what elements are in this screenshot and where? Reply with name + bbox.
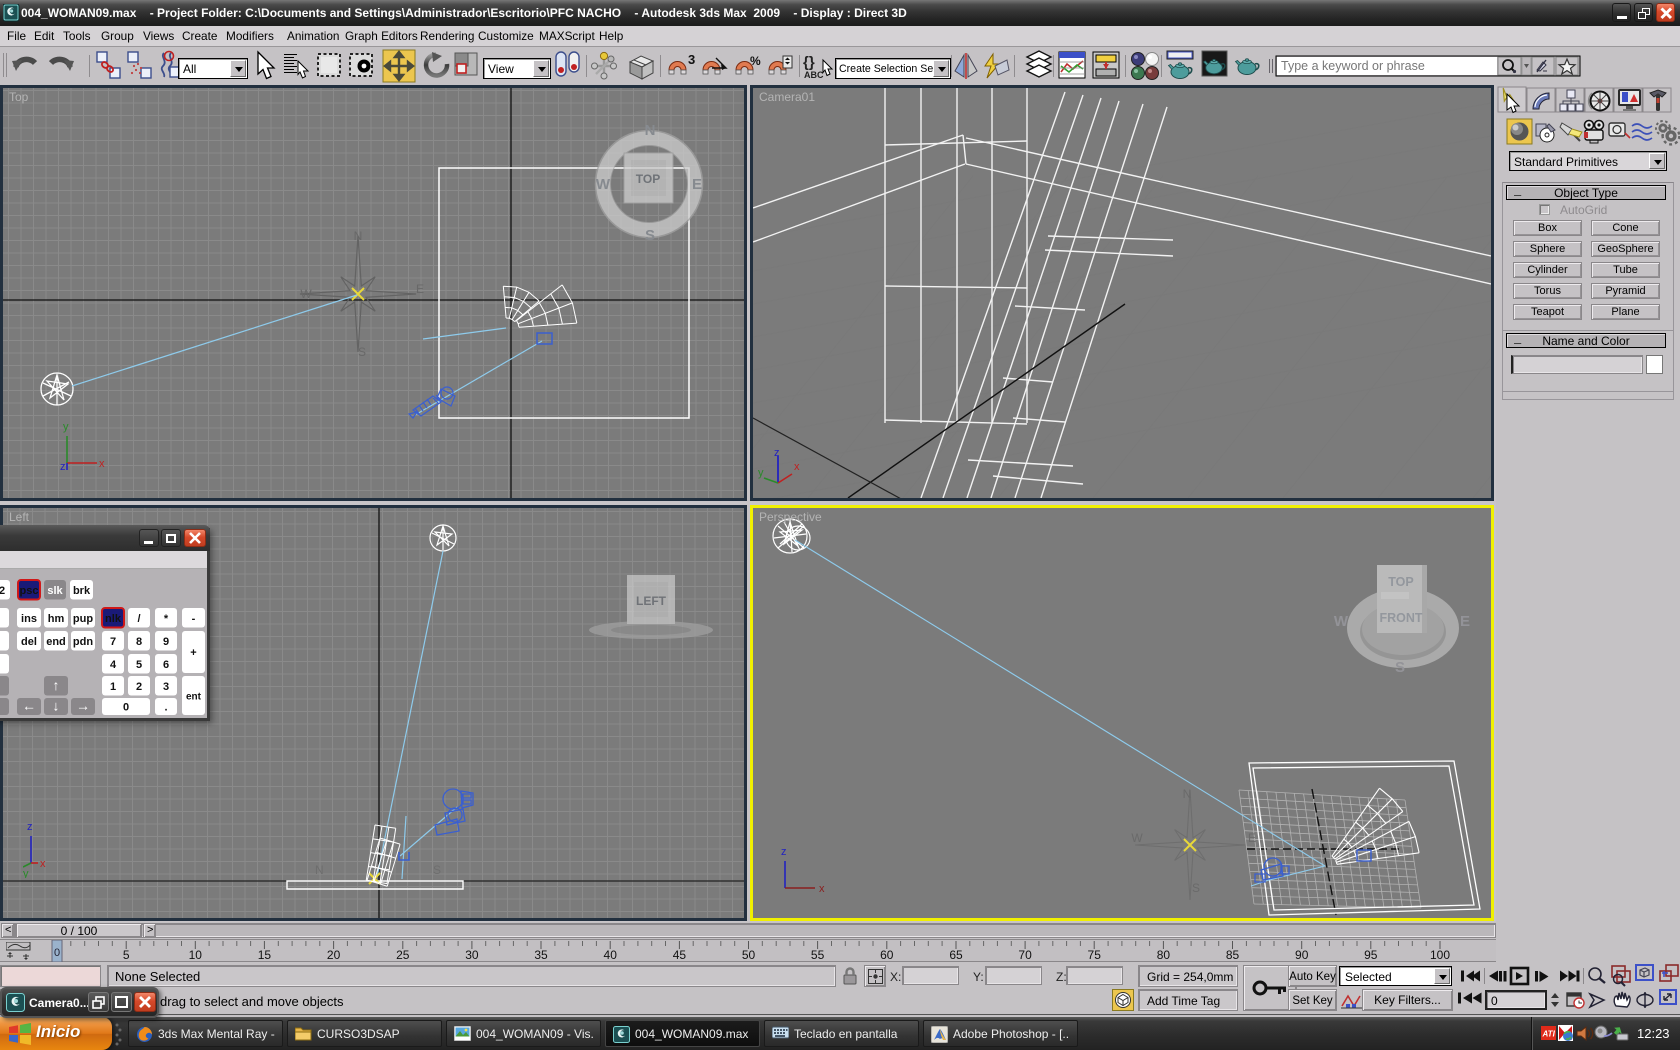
svg-text:end: end xyxy=(46,636,66,648)
svg-text:25: 25 xyxy=(396,948,410,962)
svg-text:y: y xyxy=(63,421,69,433)
svg-text:W: W xyxy=(1334,613,1349,630)
svg-text:pdn: pdn xyxy=(73,636,93,648)
svg-text:65: 65 xyxy=(949,948,963,962)
svg-text:N: N xyxy=(1183,787,1192,801)
svg-text:4: 4 xyxy=(110,659,117,671)
svg-text:12: 12 xyxy=(0,585,5,597)
svg-text:E: E xyxy=(1460,613,1470,630)
svg-text:10: 10 xyxy=(189,948,203,962)
svg-text:N: N xyxy=(354,229,363,243)
svg-text:20: 20 xyxy=(327,948,341,962)
svg-text:/: / xyxy=(137,613,140,625)
svg-text:45: 45 xyxy=(673,948,687,962)
svg-text:80: 80 xyxy=(1157,948,1171,962)
svg-text:5: 5 xyxy=(136,659,142,671)
svg-text:nlk: nlk xyxy=(105,613,122,625)
svg-text:FRONT: FRONT xyxy=(1379,611,1422,625)
svg-text:del: del xyxy=(21,636,37,648)
svg-text:35: 35 xyxy=(534,948,548,962)
svg-text:-: - xyxy=(192,613,196,625)
svg-text:90: 90 xyxy=(1295,948,1309,962)
svg-text:E: E xyxy=(1248,831,1256,845)
svg-text:y: y xyxy=(23,868,29,878)
svg-text:6: 6 xyxy=(163,659,169,671)
svg-text:70: 70 xyxy=(1018,948,1032,962)
svg-text:8: 8 xyxy=(136,636,142,648)
svg-text:5: 5 xyxy=(123,948,130,962)
svg-text:y: y xyxy=(758,467,764,479)
svg-text:S: S xyxy=(358,345,366,359)
svg-text:0: 0 xyxy=(54,947,60,959)
svg-text:60: 60 xyxy=(880,948,894,962)
svg-text:pup: pup xyxy=(73,613,93,625)
svg-text:0: 0 xyxy=(123,702,129,714)
svg-text:*: * xyxy=(164,613,169,625)
svg-text:55: 55 xyxy=(811,948,825,962)
svg-text:40: 40 xyxy=(604,948,618,962)
svg-text:ABC: ABC xyxy=(804,70,824,80)
svg-text:N: N xyxy=(315,863,324,877)
svg-text:95: 95 xyxy=(1364,948,1378,962)
svg-text:50: 50 xyxy=(742,948,756,962)
svg-text:3: 3 xyxy=(688,52,695,67)
svg-text:Type a keyword or phrase: Type a keyword or phrase xyxy=(1281,59,1425,73)
svg-text:brk: brk xyxy=(73,585,91,597)
svg-text:S: S xyxy=(1395,659,1405,676)
svg-text:30: 30 xyxy=(465,948,479,962)
svg-text:LEFT: LEFT xyxy=(636,594,667,608)
svg-text:+: + xyxy=(190,647,196,659)
svg-text:75: 75 xyxy=(1088,948,1102,962)
svg-text:ins: ins xyxy=(21,613,37,625)
svg-text:85: 85 xyxy=(1226,948,1240,962)
svg-text:%: % xyxy=(750,54,761,68)
svg-text:S: S xyxy=(1192,881,1200,895)
svg-text:2: 2 xyxy=(136,681,142,693)
svg-text:↓: ↓ xyxy=(53,698,60,714)
svg-text:3: 3 xyxy=(163,681,169,693)
svg-text:z: z xyxy=(60,461,66,473)
svg-text:↑: ↑ xyxy=(53,677,60,693)
svg-text:z: z xyxy=(781,846,787,858)
svg-text:hm: hm xyxy=(48,613,65,625)
svg-text:TOP: TOP xyxy=(636,172,660,186)
svg-text:1: 1 xyxy=(110,681,116,693)
svg-text:S: S xyxy=(433,863,441,877)
svg-text:{}: {} xyxy=(803,54,815,71)
svg-text:ent: ent xyxy=(186,692,202,703)
svg-text:x: x xyxy=(99,458,105,470)
svg-text:W: W xyxy=(1131,831,1143,845)
svg-text:psc: psc xyxy=(20,585,39,597)
svg-text:x: x xyxy=(794,461,800,473)
svg-text:9: 9 xyxy=(163,636,169,648)
svg-text:N: N xyxy=(645,122,656,139)
svg-text:E: E xyxy=(416,282,424,296)
svg-text:E: E xyxy=(692,176,702,193)
svg-text:x: x xyxy=(40,858,46,870)
svg-text:.: . xyxy=(164,702,167,714)
svg-text:z: z xyxy=(27,821,33,833)
svg-text:100: 100 xyxy=(1430,948,1450,962)
svg-text:x: x xyxy=(819,883,825,895)
svg-text:W: W xyxy=(596,176,611,193)
svg-text:←: ← xyxy=(22,698,36,714)
svg-text:15: 15 xyxy=(258,948,272,962)
svg-text:7: 7 xyxy=(110,636,116,648)
svg-text:ATI: ATI xyxy=(1542,1030,1556,1039)
svg-text:→: → xyxy=(76,698,90,714)
svg-text:slk: slk xyxy=(47,585,63,597)
svg-text:S: S xyxy=(645,227,655,244)
svg-text:TOP: TOP xyxy=(1388,575,1413,589)
svg-text:W: W xyxy=(300,287,312,301)
svg-text:z: z xyxy=(774,448,780,459)
